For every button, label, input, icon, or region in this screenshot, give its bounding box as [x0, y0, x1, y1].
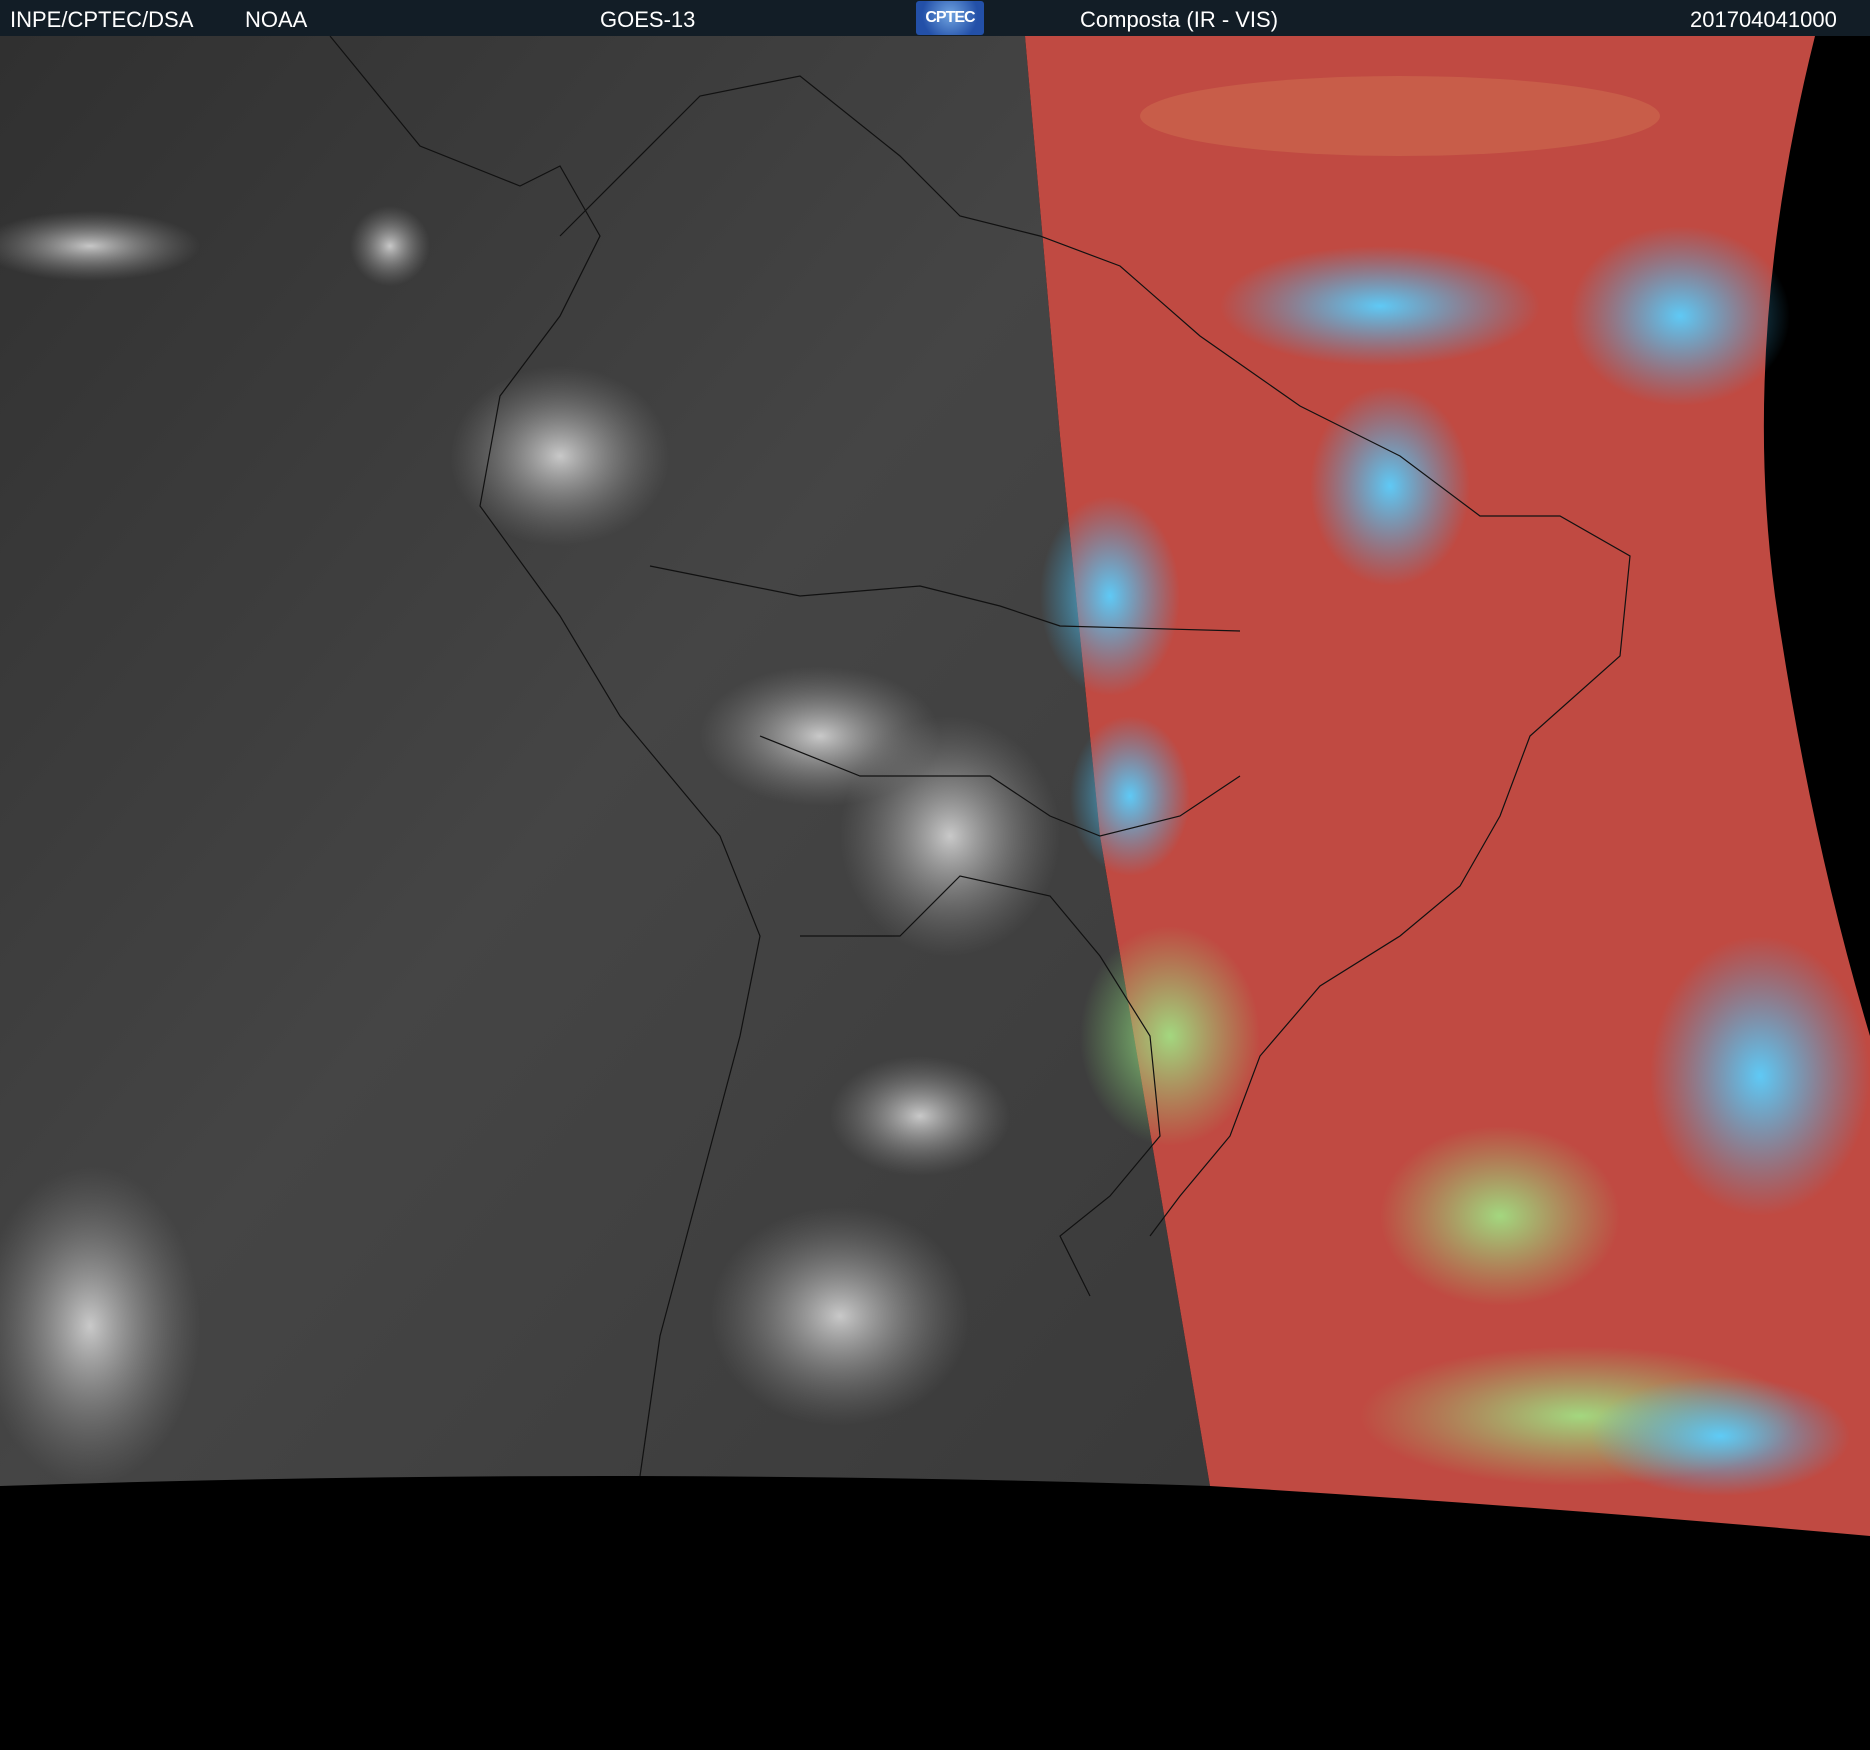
timestamp-label: 201704041000	[1690, 7, 1837, 32]
source-label: INPE/CPTEC/DSA	[10, 7, 194, 32]
agency-label: NOAA	[245, 7, 308, 32]
satellite-label: GOES-13	[600, 7, 696, 32]
cptec-logo: CPTEC	[916, 1, 984, 35]
header-bar: INPE/CPTEC/DSA NOAA GOES-13 CPTEC Compos…	[0, 0, 1870, 36]
product-label: Composta (IR - VIS)	[1080, 7, 1279, 32]
satellite-image	[0, 36, 1870, 1536]
